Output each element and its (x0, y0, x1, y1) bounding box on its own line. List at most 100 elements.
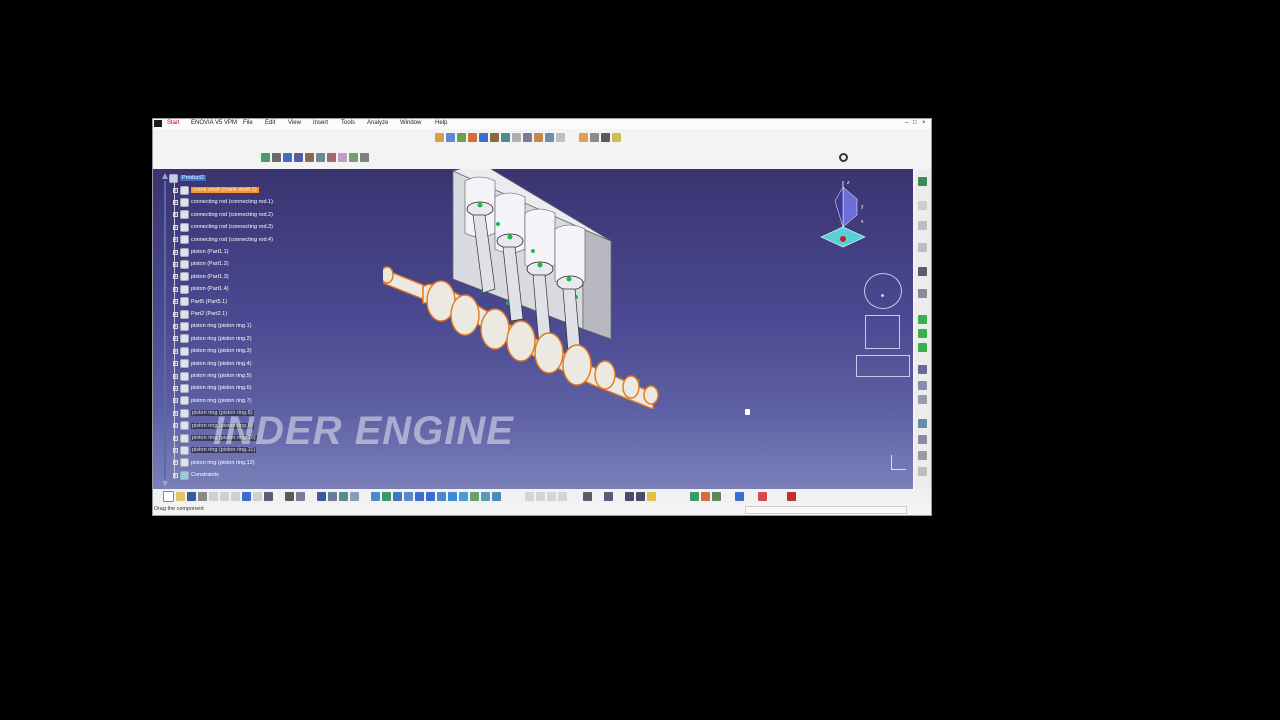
expand-icon[interactable]: + (173, 212, 178, 218)
3d-viewport[interactable]: Product2 + crank shaft (crank shaft.1) + co… (153, 169, 913, 489)
quick-constraint-icon[interactable] (327, 152, 336, 162)
angle-constraint-icon[interactable] (294, 152, 303, 162)
sketcher-icon[interactable] (918, 177, 927, 186)
paste-icon[interactable] (231, 491, 240, 501)
distance-icon[interactable] (918, 343, 927, 352)
formula-icon[interactable] (285, 491, 294, 501)
change-constraint-icon[interactable] (349, 152, 358, 162)
tree-node[interactable]: + piston (Part1.4) (173, 284, 229, 294)
tree-node[interactable]: + crank shaft (crank shaft.1) (173, 185, 259, 195)
zoom-in-icon[interactable] (415, 491, 424, 501)
measure-inertia-icon[interactable] (547, 491, 556, 501)
expand-icon[interactable]: + (173, 435, 178, 441)
tree-node[interactable]: + piston ring (piston ring.2) (173, 334, 252, 344)
new-product-icon[interactable] (457, 132, 466, 142)
sketch-plane-icon[interactable] (856, 355, 910, 377)
views-icon[interactable] (448, 491, 457, 501)
menu-tools[interactable]: Tools (341, 120, 355, 126)
expand-icon[interactable]: + (173, 398, 178, 404)
expand-icon[interactable]: + (173, 187, 178, 193)
generate-numbering-icon[interactable] (501, 132, 510, 142)
expand-icon[interactable]: + (173, 361, 178, 367)
tree-root-product[interactable]: Product2 (169, 173, 207, 183)
tree-node[interactable]: + piston ring (piston ring.12) (173, 458, 255, 468)
whats-this-icon[interactable] (264, 491, 273, 501)
redo-icon[interactable] (253, 491, 262, 501)
copy-icon[interactable] (220, 491, 229, 501)
expand-icon[interactable]: + (173, 261, 178, 267)
undo-icon[interactable] (242, 491, 251, 501)
replace-component-icon[interactable] (479, 132, 488, 142)
tree-node[interactable]: + piston ring (piston ring.7) (173, 396, 252, 406)
expand-icon[interactable]: + (173, 460, 178, 466)
catia-logo-icon[interactable] (154, 120, 162, 127)
maximize-icon[interactable]: □ (913, 120, 917, 126)
analysis-icon[interactable] (339, 491, 348, 501)
existing-component-icon[interactable] (435, 132, 444, 142)
expand-icon[interactable]: + (173, 472, 178, 478)
sectioning-icon[interactable] (636, 491, 645, 501)
tree-node[interactable]: + Constraints (173, 470, 219, 480)
product-structure-icon[interactable] (328, 491, 337, 501)
fly-mode-icon[interactable] (371, 491, 380, 501)
catalog-browser-icon[interactable] (317, 491, 326, 501)
bill-of-material-icon[interactable] (918, 435, 927, 444)
multi-instantiation-icon[interactable] (534, 132, 543, 142)
symmetry-icon[interactable] (918, 467, 927, 476)
scenes-icon[interactable] (918, 395, 927, 404)
expand-icon[interactable]: + (173, 274, 178, 280)
plane-icon[interactable] (918, 201, 927, 210)
swap-visible-space-icon[interactable] (481, 491, 490, 501)
sketch-square-icon[interactable] (865, 315, 900, 349)
explode-icon[interactable] (601, 132, 610, 142)
define-multi-instantiation-icon[interactable] (556, 132, 565, 142)
menu-edit[interactable]: Edit (265, 120, 275, 126)
hide-show-icon[interactable] (470, 491, 479, 501)
options-icon[interactable] (701, 491, 710, 501)
tree-node[interactable]: + piston (Part1.1) (173, 247, 229, 257)
update-icon[interactable] (918, 267, 927, 276)
tree-node[interactable]: + piston (Part1.3) (173, 272, 229, 282)
tree-node[interactable]: + piston ring (piston ring.5) (173, 371, 252, 381)
menu-file[interactable]: File (243, 120, 253, 126)
settings-icon[interactable] (690, 491, 699, 501)
expand-icon[interactable]: + (173, 348, 178, 354)
expand-icon[interactable]: + (173, 323, 178, 329)
menu-enovia[interactable]: ENOVIA V5 VPM (191, 120, 237, 126)
measure-icon[interactable] (918, 289, 927, 298)
axis-icon[interactable] (918, 221, 927, 230)
split-icon[interactable] (625, 491, 634, 501)
fix-together-icon[interactable] (316, 152, 325, 162)
expand-icon[interactable]: + (173, 336, 178, 342)
menu-help[interactable]: Help (435, 120, 447, 126)
menu-analyze[interactable]: Analyze (367, 120, 388, 126)
publish-icon[interactable] (735, 491, 744, 501)
tree-node[interactable]: + Part2 (Part2.1) (173, 309, 227, 319)
pan-icon[interactable] (393, 491, 402, 501)
tree-node[interactable]: + piston ring (piston ring.4) (173, 359, 252, 369)
expand-icon[interactable]: + (173, 423, 178, 429)
fit-all-icon[interactable] (382, 491, 391, 501)
expand-icon[interactable]: + (173, 199, 178, 205)
menu-window[interactable]: Window (400, 120, 421, 126)
expand-icon[interactable]: + (173, 385, 178, 391)
close-icon[interactable]: × (922, 120, 926, 126)
weld-icon[interactable] (918, 419, 927, 428)
minimize-icon[interactable]: – (905, 120, 908, 126)
expand-icon[interactable]: + (173, 224, 178, 230)
tree-node[interactable]: + piston (Part1.2) (173, 259, 229, 269)
fix-component-icon[interactable] (305, 152, 314, 162)
catalog-icon[interactable] (918, 365, 927, 374)
expand-icon[interactable]: + (173, 286, 178, 292)
section-icon[interactable] (918, 329, 927, 338)
tree-node[interactable]: + connecting rod (connecting rod.4) (173, 235, 273, 245)
snapshot-icon[interactable] (558, 491, 567, 501)
new-component-icon[interactable] (446, 132, 455, 142)
macro-icon[interactable] (712, 491, 721, 501)
tree-node[interactable]: + Part5 (Part5.1) (173, 297, 227, 307)
grid-icon[interactable] (758, 491, 767, 501)
clash-icon[interactable] (918, 315, 927, 324)
render-style-icon[interactable] (459, 491, 468, 501)
spiral-icon[interactable] (839, 153, 848, 162)
normal-view-icon[interactable] (437, 491, 446, 501)
